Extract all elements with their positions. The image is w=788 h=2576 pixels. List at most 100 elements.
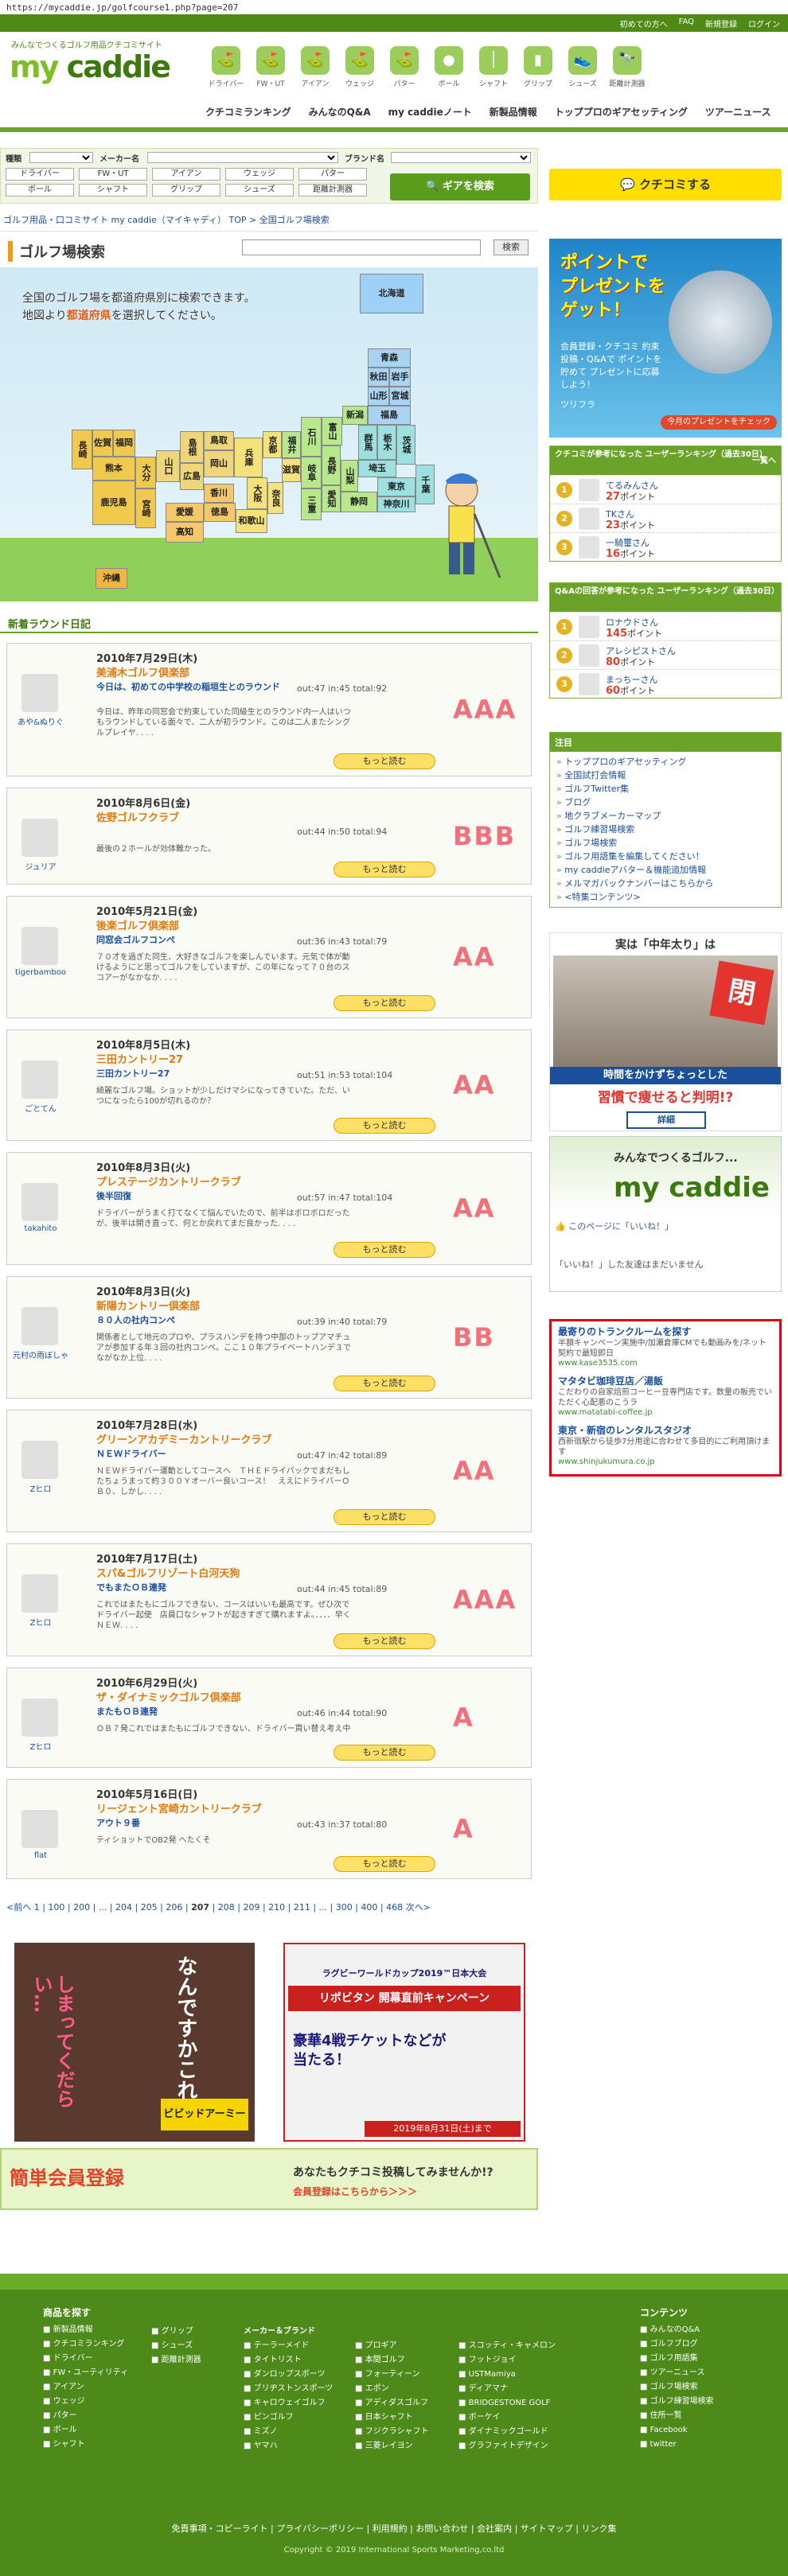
notice-link[interactable]: トッププロのギアセッティング	[556, 755, 774, 769]
footer-link[interactable]: ■ ボーケイ	[458, 2411, 556, 2425]
entry-course[interactable]: ザ・ダイナミックゴルフ倶楽部	[96, 1689, 241, 1704]
avatar[interactable]	[21, 927, 58, 965]
gear-type-button[interactable]: FW・UT	[79, 168, 147, 181]
footer-link[interactable]: ■ クチコミランキング	[43, 2337, 128, 2352]
entry-subtitle[interactable]: ８０人の社内コンペ	[96, 1313, 287, 1326]
avatar[interactable]	[21, 1810, 58, 1848]
text-ad-url[interactable]: www.kase3535.com	[558, 1359, 773, 1368]
text-ad-headline[interactable]: 東京・新宿のレンタルスタジオ	[558, 1423, 773, 1437]
text-ad-headline[interactable]: 最寄りのトランクルームを探す	[558, 1325, 773, 1338]
mainnav-item[interactable]: みんなのQ&A	[309, 105, 371, 119]
notice-link[interactable]: ゴルフTwitter集	[556, 782, 774, 796]
entry-course[interactable]: 佐野ゴルフクラブ	[96, 809, 179, 824]
entry-subtitle[interactable]: でもまたＯＢ連発	[96, 1581, 287, 1593]
pager-pages-before[interactable]: 1 | 100 | 200 | ... | 204 | 205 | 206 |	[34, 1902, 189, 1913]
pager-pages-after[interactable]: | 208 | 209 | 210 | 211 | ... | 300 | 40…	[213, 1902, 404, 1913]
text-ad-url[interactable]: www.matatabi-coffee.jp	[558, 1408, 773, 1417]
gear-type-button[interactable]: アイアン	[152, 168, 220, 181]
prefecture-34[interactable]: 山口	[156, 450, 180, 482]
prefecture-24[interactable]: 京都	[263, 431, 282, 458]
avatar[interactable]	[21, 1574, 58, 1613]
entry-course[interactable]: 後楽ゴルフ倶楽部	[96, 917, 179, 932]
gear-search-button[interactable]: 🔍 ギアを検索	[390, 173, 530, 200]
topbar-link-faq[interactable]: FAQ	[679, 18, 694, 29]
register-banner[interactable]: 簡単会員登録 あなたもクチコミ投稿してみませんか!? 会員登録はこちらから＞＞＞	[0, 2148, 538, 2210]
notice-link[interactable]: ゴルフ用語集を編集してください！	[556, 850, 774, 863]
avatar[interactable]	[579, 644, 599, 667]
category-rangefinder[interactable]: 🔭 距離計測器	[607, 46, 648, 95]
entry-course[interactable]: グリーンアカデミーカントリークラブ	[96, 1431, 271, 1446]
footer-link[interactable]: ■ フォーティーン	[355, 2368, 428, 2382]
notice-link[interactable]: my caddieアバター＆機能追加情報	[556, 863, 774, 877]
footer-link[interactable]: ■ ダイナミックゴールド	[458, 2425, 556, 2439]
entry-subtitle[interactable]: アウト９番	[96, 1816, 287, 1829]
prefecture-7[interactable]: 新潟	[342, 406, 368, 425]
entry-course[interactable]: 美浦木ゴルフ倶楽部	[96, 664, 189, 679]
site-logo[interactable]: my caddie	[10, 49, 171, 84]
category-grip[interactable]: ▮ グリップ	[517, 46, 559, 95]
category-putter[interactable]: ⛳ パター	[384, 46, 425, 95]
gear-type-button[interactable]: パター	[298, 168, 367, 181]
avatar[interactable]	[21, 1699, 58, 1737]
prefecture-41[interactable]: 長崎	[72, 430, 92, 469]
pager-next[interactable]: 次へ>	[406, 1902, 431, 1913]
course-search-button[interactable]: 検索	[493, 239, 529, 255]
avatar[interactable]	[21, 1183, 58, 1221]
prefecture-28[interactable]: 奈良	[267, 482, 283, 514]
ranking-more-link[interactable]: 一覧へ	[752, 456, 776, 466]
notice-link[interactable]: <特集コンテンツ>	[556, 890, 774, 904]
read-more-button[interactable]: もっと読む	[334, 1242, 435, 1258]
prefecture-29[interactable]: 和歌山	[236, 509, 267, 533]
entry-subtitle[interactable]: またもＯＢ連発	[96, 1705, 287, 1718]
footer-link[interactable]: ■ ゴルフ練習場検索	[640, 2395, 714, 2409]
avatar[interactable]	[21, 1441, 58, 1479]
notice-link[interactable]: メルマガバックナンバーはこちらから	[556, 877, 774, 890]
footer-link[interactable]: ■ 日本シャフト	[355, 2411, 428, 2425]
notice-link[interactable]: ブログ	[556, 796, 774, 809]
prefecture-25[interactable]: 滋賀	[282, 458, 301, 482]
gear-type-button[interactable]: グリップ	[152, 184, 220, 197]
entry-course[interactable]: 三田カントリー27	[96, 1051, 183, 1066]
prefecture-0[interactable]: 北海道	[360, 274, 423, 313]
footer-link[interactable]: ■ ボール	[43, 2423, 128, 2438]
prefecture-11[interactable]: 埼玉	[358, 460, 396, 477]
entry-course[interactable]: 新陽カントリー倶楽部	[96, 1298, 200, 1313]
prefecture-4[interactable]: 山形	[368, 387, 389, 406]
text-ad[interactable]: マタタビ珈琲豆店／湯飯 こだわりの自家焙煎コーヒー豆専門店です。数量の販売でいただ…	[558, 1374, 773, 1417]
entry-user[interactable]: flat	[10, 1851, 71, 1860]
pager-prev[interactable]: <前へ	[6, 1902, 31, 1913]
breadcrumb[interactable]: ゴルフ用品・口コミサイト my caddie（マイキャディ） TOP > 全国ゴ…	[3, 213, 330, 226]
read-more-button[interactable]: もっと読む	[334, 1376, 435, 1391]
entry-subtitle[interactable]: ＮＥＷドライバー	[96, 1447, 287, 1460]
footer-link[interactable]: ■ テーラーメイド	[244, 2339, 333, 2353]
footer-link[interactable]: ■ フットジョイ	[458, 2353, 556, 2368]
prefecture-1[interactable]: 青森	[368, 348, 411, 368]
entry-user[interactable]: ごとてん	[10, 1102, 71, 1114]
prefecture-13[interactable]: 東京	[377, 477, 415, 496]
diet-ad-button[interactable]: 詳細	[626, 1111, 706, 1129]
entry-user[interactable]: tigerbamboo	[10, 968, 71, 977]
category-iron[interactable]: ⛳ アイアン	[295, 46, 336, 95]
mainnav-item[interactable]: my caddieノート	[388, 105, 472, 119]
gear-type-button[interactable]: 距離計測器	[298, 184, 367, 197]
prefecture-15[interactable]: 富山	[322, 417, 342, 446]
footer-link[interactable]: ■ FW・ユーティリティ	[43, 2366, 128, 2380]
prefecture-12[interactable]: 千葉	[415, 465, 435, 504]
read-more-button[interactable]: もっと読む	[334, 753, 435, 769]
mainnav-item[interactable]: トッププロのギアセッティング	[555, 105, 688, 119]
entry-subtitle[interactable]: 今日は、初めての中学校の稲垣生とのラウンド	[96, 680, 287, 693]
gear-type-button[interactable]: シューズ	[225, 184, 294, 197]
footer-link[interactable]: ■ ピンゴルフ	[244, 2411, 333, 2425]
footer-link[interactable]: ■ シャフト	[43, 2438, 128, 2452]
avatar[interactable]	[579, 536, 599, 558]
avatar[interactable]	[579, 479, 599, 501]
prefecture-35[interactable]: 香川	[204, 484, 234, 503]
ad-banner-left[interactable]: なんですかこれ しまってくだらい… ビビッドアーミー	[14, 1943, 255, 2142]
prefecture-40[interactable]: 佐賀	[92, 430, 113, 457]
prefecture-38[interactable]: 高知	[166, 522, 204, 543]
footer-link[interactable]: ■ 三菱レイヨン	[355, 2439, 428, 2453]
prefecture-43[interactable]: 大分	[135, 457, 156, 488]
prefecture-8[interactable]: 群馬	[358, 425, 377, 460]
footer-link[interactable]: ■ ウェッジ	[43, 2395, 128, 2409]
prefecture-14[interactable]: 神奈川	[377, 496, 415, 512]
